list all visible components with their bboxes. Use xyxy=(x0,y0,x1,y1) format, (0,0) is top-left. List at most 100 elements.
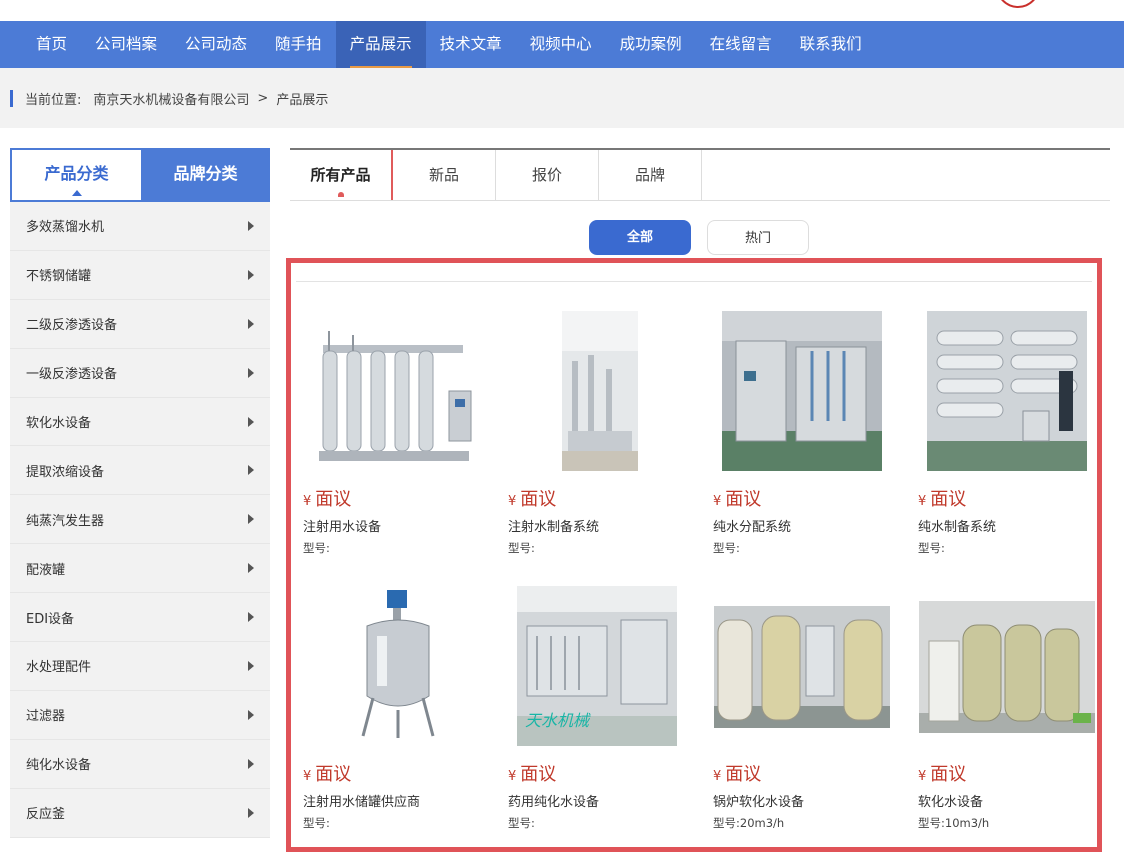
product-card[interactable]: ¥ 面议 锅炉软化水设备 型号:20m3/h xyxy=(713,580,903,830)
product-price: ¥ 面议 xyxy=(713,489,762,510)
product-card[interactable]: ¥ 面议 软化水设备 型号:10m3/h xyxy=(918,580,1108,830)
filter-hot-button[interactable]: 热门 xyxy=(707,220,809,255)
sidebar-item-water-parts[interactable]: 水处理配件 xyxy=(10,642,270,691)
sidebar-item-water-softener[interactable]: 软化水设备 xyxy=(10,398,270,447)
product-price: ¥ 面议 xyxy=(918,489,967,510)
caret-right-icon xyxy=(248,758,254,769)
sidebar-item-steam-generator[interactable]: 纯蒸汽发生器 xyxy=(10,495,270,545)
nav-item-company-profile[interactable]: 公司档案 xyxy=(81,21,171,68)
product-tabs: 所有产品 新品 报价 品牌 xyxy=(290,148,1110,201)
caret-right-icon xyxy=(248,709,254,720)
sidebar-item-label: EDI设备 xyxy=(26,611,75,627)
breadcrumb-marker xyxy=(10,89,13,107)
caret-right-icon xyxy=(248,416,254,427)
product-image[interactable] xyxy=(323,586,473,746)
product-model: 型号: xyxy=(918,541,945,555)
product-card[interactable]: ¥ 面议 纯水制备系统 型号: xyxy=(918,305,1108,555)
tab-all-products[interactable]: 所有产品 xyxy=(290,150,393,200)
product-card[interactable]: ¥ 面议 注射用水储罐供应商 型号: xyxy=(303,580,493,830)
product-price: ¥ 面议 xyxy=(508,764,557,785)
sidebar-item-edi[interactable]: EDI设备 xyxy=(10,593,270,643)
breadcrumb-label: 当前位置: xyxy=(25,92,82,108)
sidebar-item-label: 一级反渗透设备 xyxy=(26,367,118,383)
tab-quotes[interactable]: 报价 xyxy=(496,150,599,200)
product-model: 型号: xyxy=(713,541,740,555)
caret-right-icon xyxy=(248,612,254,623)
product-model: 型号:20m3/h xyxy=(713,816,785,830)
product-name[interactable]: 软化水设备 xyxy=(918,791,983,810)
product-model: 型号:10m3/h xyxy=(918,816,990,830)
product-card[interactable]: ¥ 面议 注射用水设备 型号: xyxy=(303,305,493,555)
product-name[interactable]: 药用纯化水设备 xyxy=(508,791,599,810)
product-model: 型号: xyxy=(303,541,330,555)
sidebar-item-filter[interactable]: 过滤器 xyxy=(10,691,270,740)
tab-brand-category[interactable]: 品牌分类 xyxy=(141,148,270,202)
product-image[interactable] xyxy=(722,311,882,471)
nav-item-contact[interactable]: 联系我们 xyxy=(786,21,876,68)
product-price: ¥ 面议 xyxy=(918,764,967,785)
sidebar-item-reactor[interactable]: 反应釜 xyxy=(10,789,270,838)
caret-right-icon xyxy=(248,514,254,525)
logo-fragment xyxy=(996,0,1040,8)
nav-item-cases[interactable]: 成功案例 xyxy=(606,21,696,68)
breadcrumb-separator: > xyxy=(257,90,269,106)
product-name[interactable]: 纯水分配系统 xyxy=(713,516,791,535)
sidebar-category-list: 多效蒸馏水机 不锈钢储罐 二级反渗透设备 一级反渗透设备 软化水设备 提取浓缩设… xyxy=(10,202,270,838)
product-image[interactable] xyxy=(919,601,1095,733)
caret-right-icon xyxy=(248,563,254,574)
sidebar-item-extraction[interactable]: 提取浓缩设备 xyxy=(10,446,270,496)
sidebar-item-one-stage-ro[interactable]: 一级反渗透设备 xyxy=(10,349,270,398)
sidebar-item-two-stage-ro[interactable]: 二级反渗透设备 xyxy=(10,300,270,349)
product-image[interactable] xyxy=(562,311,638,471)
product-price: ¥ 面议 xyxy=(303,764,352,785)
brand-watermark: 天水机械 xyxy=(525,711,591,730)
main-nav: 首页 公司档案 公司动态 随手拍 产品展示 技术文章 视频中心 成功案例 在线留… xyxy=(0,21,1124,68)
caret-right-icon xyxy=(248,807,254,818)
filter-all-button[interactable]: 全部 xyxy=(589,220,691,255)
sidebar-item-stainless-tank[interactable]: 不锈钢储罐 xyxy=(10,251,270,300)
nav-item-company-news[interactable]: 公司动态 xyxy=(171,21,261,68)
sidebar-item-purified-water[interactable]: 纯化水设备 xyxy=(10,740,270,789)
product-name[interactable]: 注射用水设备 xyxy=(303,516,381,535)
sidebar-item-label: 提取浓缩设备 xyxy=(26,464,105,480)
tab-product-category[interactable]: 产品分类 xyxy=(12,150,141,200)
divider xyxy=(296,281,1092,282)
product-image[interactable] xyxy=(927,311,1087,471)
breadcrumb-current: 产品展示 xyxy=(276,92,329,108)
nav-item-videos[interactable]: 视频中心 xyxy=(516,21,606,68)
product-model: 型号: xyxy=(508,816,535,830)
product-name[interactable]: 锅炉软化水设备 xyxy=(713,791,804,810)
product-name[interactable]: 注射水制备系统 xyxy=(508,516,599,535)
product-model: 型号: xyxy=(508,541,535,555)
product-image[interactable] xyxy=(714,606,890,728)
sidebar-tabs: 产品分类 品牌分类 xyxy=(10,148,270,202)
product-name[interactable]: 注射用水储罐供应商 xyxy=(303,791,420,810)
sidebar-item-multi-effect-distiller[interactable]: 多效蒸馏水机 xyxy=(10,202,270,251)
product-card[interactable]: ¥ 面议 纯水分配系统 型号: xyxy=(713,305,903,555)
sidebar-item-mixing-tank[interactable]: 配液罐 xyxy=(10,544,270,594)
product-price: ¥ 面议 xyxy=(508,489,557,510)
nav-item-snapshots[interactable]: 随手拍 xyxy=(261,21,336,68)
sidebar-item-label: 不锈钢储罐 xyxy=(26,269,92,285)
breadcrumb-home-link[interactable]: 南京天水机械设备有限公司 xyxy=(93,89,249,108)
caret-up-icon xyxy=(71,190,82,196)
tab-brands[interactable]: 品牌 xyxy=(599,150,702,200)
tab-product-category-label: 产品分类 xyxy=(44,164,109,183)
nav-item-messages[interactable]: 在线留言 xyxy=(696,21,786,68)
caret-right-icon xyxy=(248,660,254,671)
nav-item-products[interactable]: 产品展示 xyxy=(335,21,426,68)
sidebar-item-label: 过滤器 xyxy=(26,709,66,725)
product-image[interactable] xyxy=(309,311,477,471)
product-card[interactable]: 天水机械 ¥ 面议 药用纯化水设备 型号: xyxy=(508,580,698,830)
nav-item-tech-articles[interactable]: 技术文章 xyxy=(426,21,516,68)
tab-all-products-label: 所有产品 xyxy=(310,166,371,184)
sidebar-item-label: 反应釜 xyxy=(26,807,66,823)
product-image[interactable]: 天水机械 xyxy=(517,586,677,746)
product-price: ¥ 面议 xyxy=(713,764,762,785)
caret-right-icon xyxy=(248,367,254,378)
nav-item-home[interactable]: 首页 xyxy=(22,21,81,68)
product-card[interactable]: ¥ 面议 注射水制备系统 型号: xyxy=(508,305,698,555)
product-name[interactable]: 纯水制备系统 xyxy=(918,516,996,535)
breadcrumb: 当前位置: 南京天水机械设备有限公司 > 产品展示 xyxy=(0,68,1124,128)
tab-new-products[interactable]: 新品 xyxy=(393,150,496,200)
